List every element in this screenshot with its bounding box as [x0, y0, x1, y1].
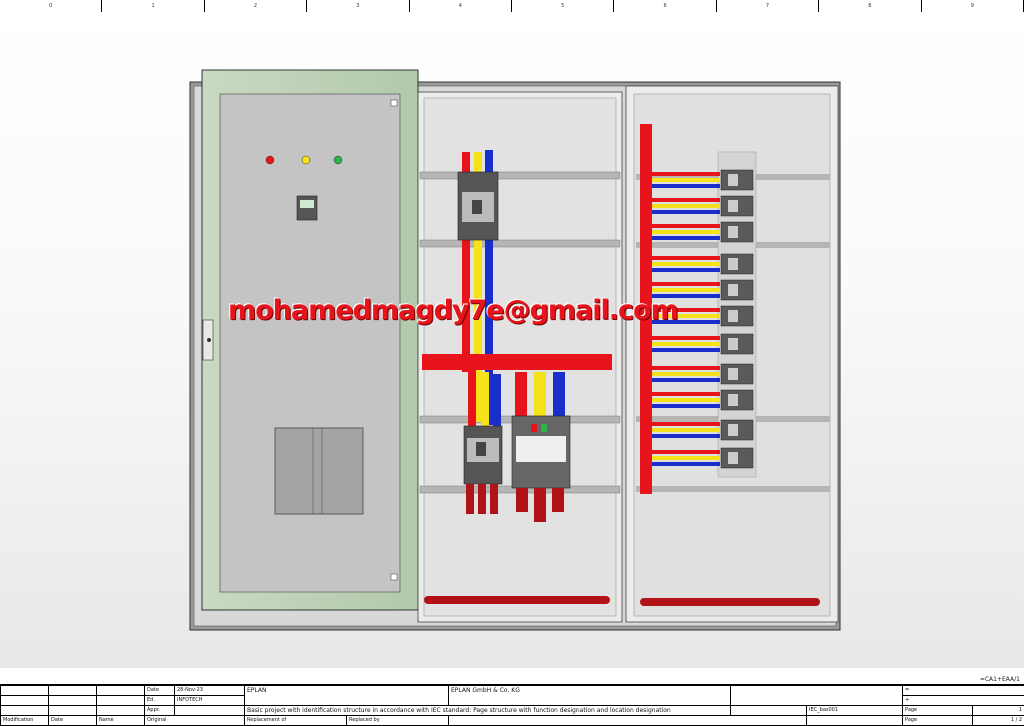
ruler-column-9: 9: [922, 0, 1024, 12]
page-label: Page: [902, 705, 974, 716]
breaker-face: [728, 310, 738, 322]
feeder-stripe: [652, 224, 720, 228]
feeder-stripe: [652, 268, 720, 272]
feeder-stripe: [652, 392, 720, 396]
ruler-column-7: 7: [717, 0, 820, 12]
page-total: 1 / 2: [972, 715, 1024, 726]
yellow-lamp: [301, 155, 311, 165]
green-lamp: [333, 155, 343, 165]
feeder-stripe: [652, 178, 720, 182]
name-column-label: Name: [96, 715, 145, 726]
feeder-stripe: [652, 236, 720, 240]
company-full: EPLAN GmbH & Co. KG: [448, 685, 732, 706]
feeder-stripe: [652, 336, 720, 340]
title-block: Date 28-Nov-23 EPLAN EPLAN GmbH & Co. KG…: [0, 684, 1024, 726]
feeder-stripe: [652, 342, 720, 346]
feeder-stripe: [652, 172, 720, 176]
cabinet-door: [201, 69, 419, 611]
feeder-stripe: [652, 288, 720, 292]
ruler-column-6: 6: [614, 0, 717, 12]
ruler-column-3: 3: [307, 0, 410, 12]
email-watermark: mohamedmagdy7e@gmail.com: [228, 295, 679, 326]
breaker-face: [728, 452, 738, 464]
modification-label: Modification: [0, 715, 49, 726]
feeder-stripe: [652, 456, 720, 460]
breaker-face: [728, 284, 738, 296]
ed-value: INFOTECH: [174, 695, 245, 706]
page-label-2: Page: [902, 715, 974, 726]
ruler-column-0: 0: [0, 0, 103, 12]
feeder-stripe: [652, 398, 720, 402]
breaker-face: [728, 200, 738, 212]
feeder-stripe: [652, 198, 720, 202]
breaker-face: [728, 226, 738, 238]
feeder-stripe: [652, 282, 720, 286]
drawing-area: mohamedmagdy7e@gmail.com: [0, 12, 1024, 668]
feeder-stripe: [652, 434, 720, 438]
feeder-stripe: [652, 378, 720, 382]
breaker-face: [728, 338, 738, 350]
equals-sign: =: [902, 685, 1024, 696]
plus-sign: +: [902, 695, 1024, 706]
feeder-stripe: [652, 256, 720, 260]
ventilation-grille: [274, 427, 364, 515]
ruler-column-2: 2: [205, 0, 308, 12]
feeder-stripe: [652, 422, 720, 426]
breaker-face: [728, 258, 738, 270]
red-lamp: [265, 155, 275, 165]
feeder-stripe: [652, 428, 720, 432]
busbar-section: [417, 91, 623, 623]
feeder-stripe: [652, 262, 720, 266]
breaker-face: [728, 394, 738, 406]
date-value: 28-Nov-23: [174, 685, 245, 696]
feeder-stripe: [652, 462, 720, 466]
date-label: Date: [144, 685, 175, 696]
ed-label: Ed.: [144, 695, 175, 706]
project-id: IEC_bas001: [806, 705, 904, 716]
switchgear-cabinet-drawing: [189, 69, 841, 631]
breaker-face: [728, 368, 738, 380]
breaker-face: [728, 424, 738, 436]
feeder-stripe: [652, 348, 720, 352]
ruler-column-4: 4: [410, 0, 512, 12]
feeder-stripe: [652, 184, 720, 188]
distribution-section: [625, 85, 839, 623]
replacement-of-label: Replacement of: [244, 715, 347, 726]
feeder-stripe: [652, 450, 720, 454]
feeder-stripe: [652, 230, 720, 234]
page-reference: =CA1+EAA/1: [979, 676, 1020, 683]
feeder-stripe: [652, 210, 720, 214]
feeder-stripe: [652, 366, 720, 370]
date-column-label: Date: [48, 715, 97, 726]
breaker-face: [728, 174, 738, 186]
replaced-by-label: Replaced by: [345, 715, 450, 726]
ruler-column-5: 5: [512, 0, 615, 12]
page-value: 1: [972, 705, 1024, 716]
project-description: Basic project with identification struct…: [243, 705, 732, 716]
feeder-stripe: [652, 404, 720, 408]
ruler-column-1: 1: [102, 0, 205, 12]
appr-label: Appr.: [144, 705, 175, 716]
company-short: EPLAN: [243, 685, 450, 706]
original-label: Original: [144, 715, 245, 726]
feeder-stripe: [652, 372, 720, 376]
ruler-column-8: 8: [819, 0, 922, 12]
feeder-stripe: [652, 204, 720, 208]
